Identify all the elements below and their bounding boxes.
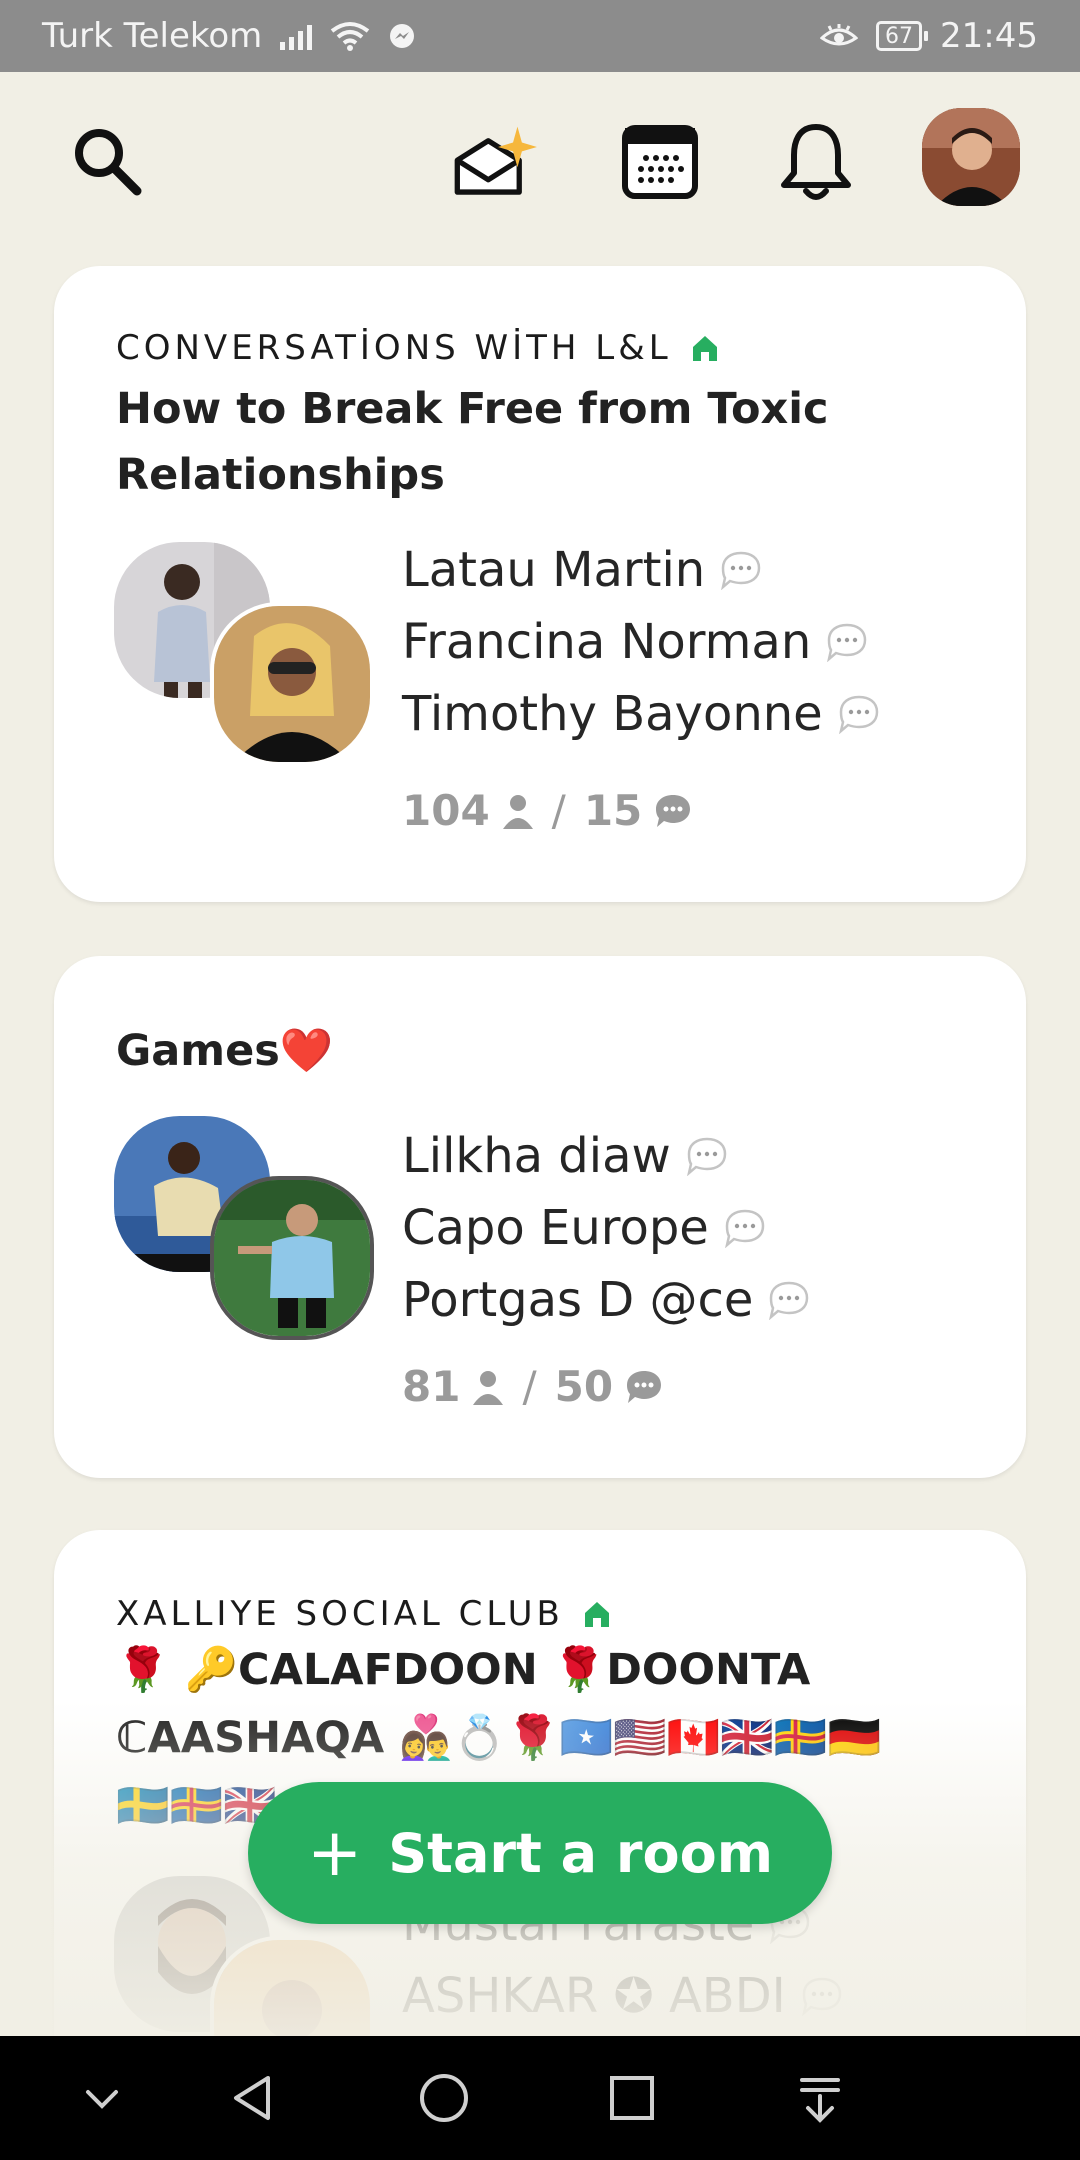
club-name-text: XALLIYE SOCIAL CLUB bbox=[116, 1594, 564, 1634]
speech-bubble-icon bbox=[686, 1137, 727, 1176]
notification-pulldown-icon[interactable] bbox=[788, 2066, 852, 2130]
speaker-name[interactable]: ASHKAR ✪ ABDI bbox=[402, 1960, 844, 2032]
room-title-line: 🌹 🔑CALAFDOON 🌹DOONTA bbox=[116, 1645, 811, 1695]
calendar-icon[interactable] bbox=[614, 116, 706, 208]
room-card[interactable]: CONVERSATİONS WİTH L&L How to Break Free… bbox=[54, 266, 1026, 902]
speaker-name-text: ASHKAR ✪ ABDI bbox=[402, 1968, 786, 2024]
listener-count: 104 bbox=[402, 786, 490, 835]
house-icon bbox=[584, 1602, 609, 1627]
start-room-button[interactable]: + Start a room bbox=[248, 1782, 832, 1924]
room-title: Games❤️ bbox=[116, 1026, 334, 1076]
speaker-name[interactable]: Latau Martin bbox=[402, 534, 881, 606]
recents-icon[interactable] bbox=[600, 2066, 664, 2130]
house-icon bbox=[692, 336, 717, 361]
wifi-icon bbox=[331, 22, 370, 51]
person-icon bbox=[473, 1370, 504, 1405]
speaker-name-text: Timothy Bayonne bbox=[402, 686, 823, 742]
plus-icon: + bbox=[306, 1814, 363, 1891]
speaker-name-text: Capo Europe bbox=[402, 1200, 709, 1256]
speech-bubble-icon bbox=[827, 623, 867, 662]
speaker-name-text: Francina Norman bbox=[402, 614, 812, 670]
clock: 21:45 bbox=[940, 16, 1038, 56]
speaker-name[interactable]: Portgas D @ce bbox=[402, 1264, 811, 1336]
signal-icon bbox=[280, 22, 313, 50]
speech-bubble-icon bbox=[724, 1209, 765, 1248]
speech-bubble-icon bbox=[721, 551, 761, 590]
status-bar: Turk Telekom 67 21:45 bbox=[0, 0, 1080, 72]
back-icon[interactable] bbox=[222, 2066, 286, 2130]
speaker-count: 15 bbox=[583, 786, 643, 835]
start-room-label: Start a room bbox=[388, 1821, 774, 1885]
room-stats: 81 / 50 bbox=[402, 1362, 663, 1411]
invite-envelope-icon[interactable] bbox=[452, 116, 544, 208]
speaker-name-text: Latau Martin bbox=[402, 542, 706, 598]
club-name[interactable]: CONVERSATİONS WİTH L&L bbox=[116, 328, 720, 368]
speaker-name-text: Portgas D @ce bbox=[402, 1272, 754, 1328]
speaker-name[interactable]: Capo Europe bbox=[402, 1192, 811, 1264]
speaker-count: 50 bbox=[554, 1362, 614, 1411]
top-bar bbox=[0, 72, 1080, 242]
speaker-name[interactable]: Francina Norman bbox=[402, 606, 881, 678]
profile-avatar[interactable] bbox=[922, 108, 1020, 206]
eye-comfort-icon bbox=[820, 24, 859, 46]
stats-separator: / bbox=[551, 786, 566, 835]
system-navigation-bar bbox=[0, 2036, 1080, 2160]
listener-count: 81 bbox=[402, 1362, 461, 1411]
battery-indicator: 67 bbox=[876, 21, 929, 51]
speech-bubble-icon bbox=[769, 1281, 809, 1320]
chat-bubble-icon bbox=[627, 1370, 662, 1403]
person-icon bbox=[502, 794, 533, 829]
speaker-name-text: Lilkha diaw bbox=[402, 1128, 671, 1184]
room-title: How to Break Free from Toxic Relationshi… bbox=[116, 384, 829, 500]
club-name[interactable]: XALLIYE SOCIAL CLUB bbox=[116, 1594, 612, 1634]
chat-bubble-icon bbox=[656, 794, 691, 827]
speech-bubble-icon bbox=[801, 1977, 842, 2016]
bell-icon[interactable] bbox=[770, 116, 862, 208]
carrier-name: Turk Telekom bbox=[42, 16, 263, 56]
speaker-avatar[interactable] bbox=[210, 1176, 374, 1340]
chevron-down-icon[interactable] bbox=[70, 2066, 134, 2130]
search-icon[interactable] bbox=[62, 116, 154, 208]
speech-bubble-icon bbox=[838, 695, 878, 734]
speaker-name[interactable]: Lilkha diaw bbox=[402, 1120, 811, 1192]
room-card[interactable]: Games❤️ Lilkha diaw Capo Europe Portgas … bbox=[54, 956, 1026, 1478]
home-icon[interactable] bbox=[412, 2066, 476, 2130]
room-title-line: ℂAASHAQA 👩‍❤️‍👨💍🌹🇸🇴🇺🇸🇨🇦🇬🇧🇦🇽🇩🇪 bbox=[116, 1713, 882, 1763]
speaker-avatar[interactable] bbox=[210, 602, 374, 766]
stats-separator: / bbox=[522, 1362, 537, 1411]
speaker-name[interactable]: Timothy Bayonne bbox=[402, 678, 881, 750]
room-stats: 104 / 15 bbox=[402, 786, 692, 835]
club-name-text: CONVERSATİONS WİTH L&L bbox=[116, 328, 672, 368]
messenger-icon bbox=[390, 24, 415, 48]
